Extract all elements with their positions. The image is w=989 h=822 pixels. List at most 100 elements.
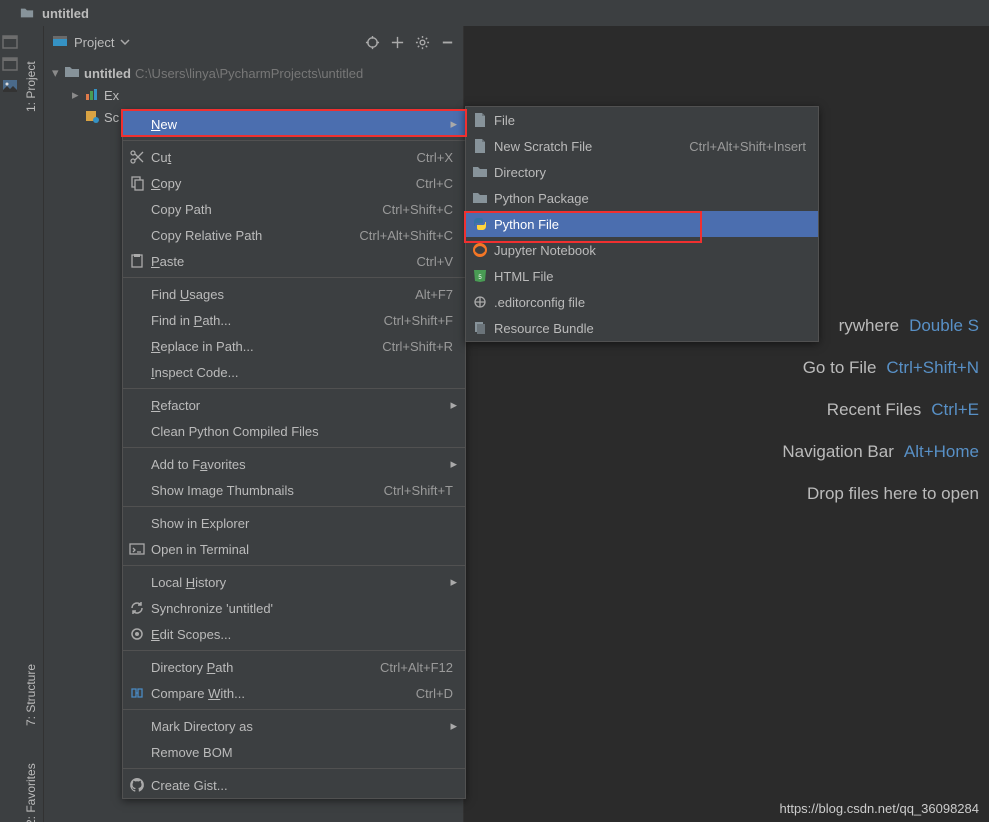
ctx-shortcut: Ctrl+Shift+F [354, 313, 453, 328]
ctx-item-add-to-favorites[interactable]: Add to Favorites▸ [123, 451, 465, 477]
tab-structure[interactable]: 7: Structure [24, 664, 38, 726]
ctx-item-label: Refactor [151, 398, 200, 413]
ctx-item-label: Compare With... [151, 686, 245, 701]
submenu-arrow-icon: ▸ [450, 574, 457, 590]
ctx-item-copy-path[interactable]: Copy Path Ctrl+Shift+C [123, 196, 465, 222]
ctx-item-find-in-path-[interactable]: Find in Path...Ctrl+Shift+F [123, 307, 465, 333]
submenu-arrow-icon: ▸ [450, 456, 457, 472]
ctx-item-mark-directory-as[interactable]: Mark Directory as ▸ [123, 713, 465, 739]
folder-icon [472, 190, 488, 206]
python-icon [472, 216, 488, 232]
scissors-icon [129, 149, 145, 165]
ctx-item-synchronize-untitled-[interactable]: Synchronize 'untitled' [123, 595, 465, 621]
context-menu-main: New ▸ CutCtrl+XCopyCtrl+C Copy Path Ctrl+Shi… [122, 110, 466, 799]
hint-row: Go to File Ctrl+Shift+N [782, 358, 979, 378]
titlebar: untitled [0, 0, 989, 26]
html-icon: 5 [472, 268, 488, 284]
ctx-item-inspect-code-[interactable]: Inspect Code... [123, 359, 465, 385]
ctx-item-copy[interactable]: CopyCtrl+C [123, 170, 465, 196]
ctx-item-new-scratch-file[interactable]: New Scratch FileCtrl+Alt+Shift+Insert [466, 133, 818, 159]
ctx-shortcut: Ctrl+C [386, 176, 453, 191]
ctx-item-python-file[interactable]: Python File [466, 211, 818, 237]
tree-root[interactable]: ▾ untitled C:\Users\linya\PycharmProject… [52, 62, 455, 84]
window-title: untitled [42, 6, 89, 21]
ctx-item-show-in-explorer[interactable]: Show in Explorer [123, 510, 465, 536]
hide-icon[interactable] [440, 35, 455, 50]
ctx-item-show-image-thumbnails[interactable]: Show Image ThumbnailsCtrl+Shift+T [123, 477, 465, 503]
folder-icon [64, 64, 80, 83]
ctx-shortcut: Ctrl+Shift+T [354, 483, 453, 498]
locate-icon[interactable] [365, 35, 380, 50]
config-icon [472, 294, 488, 310]
ctx-item-create-gist-[interactable]: Create Gist... [123, 772, 465, 798]
ctx-shortcut: Ctrl+D [386, 686, 453, 701]
sync-icon [129, 600, 145, 616]
chevron-down-icon[interactable] [120, 37, 130, 47]
ctx-shortcut: Ctrl+Shift+C [352, 202, 453, 217]
ctx-item-label: Mark Directory as [151, 719, 253, 734]
watermark-text: https://blog.csdn.net/qq_36098284 [780, 801, 980, 816]
ctx-item-local-history[interactable]: Local History ▸ [123, 569, 465, 595]
ctx-item-label: Synchronize 'untitled' [151, 601, 273, 616]
ctx-item-directory-path[interactable]: Directory PathCtrl+Alt+F12 [123, 654, 465, 680]
submenu-arrow-icon: ▸ [450, 397, 457, 413]
ctx-item-cut[interactable]: CutCtrl+X [123, 144, 465, 170]
tab-favorites[interactable]: 2: Favorites [24, 763, 38, 822]
ctx-item-new[interactable]: New ▸ [123, 111, 465, 137]
hint-label: Go to File [803, 358, 877, 378]
ctx-item-compare-with-[interactable]: Compare With... Ctrl+D [123, 680, 465, 706]
ctx-shortcut: Alt+F7 [385, 287, 453, 302]
hint-label: rywhere [839, 316, 899, 336]
tab-project[interactable]: 1: Project [24, 61, 38, 112]
ctx-item-label: Create Gist... [151, 778, 228, 793]
ctx-shortcut: Ctrl+Shift+R [352, 339, 453, 354]
ctx-item-label: Python Package [494, 191, 589, 206]
github-icon [129, 777, 145, 793]
ctx-item-label: Paste [151, 254, 184, 269]
gear-icon[interactable] [415, 35, 430, 50]
lib-icon [84, 86, 100, 105]
ctx-item-label: New Scratch File [494, 139, 592, 154]
ctx-item-jupyter-notebook[interactable]: Jupyter Notebook [466, 237, 818, 263]
bundle-icon [472, 320, 488, 336]
paste-icon [129, 253, 145, 269]
ctx-item-file[interactable]: File [466, 107, 818, 133]
hint-shortcut: Ctrl+E [931, 400, 979, 420]
scratch-icon [84, 108, 100, 127]
hint-row: Recent Files Ctrl+E [782, 400, 979, 420]
context-menu-new: FileNew Scratch FileCtrl+Alt+Shift+Inser… [465, 106, 819, 342]
ctx-item-label: New [151, 117, 177, 132]
ctx-item-open-in-terminal[interactable]: Open in Terminal [123, 536, 465, 562]
ctx-item-python-package[interactable]: Python Package [466, 185, 818, 211]
ctx-item-label: Clean Python Compiled Files [151, 424, 319, 439]
ctx-item-copy-relative-path[interactable]: Copy Relative PathCtrl+Alt+Shift+C [123, 222, 465, 248]
expand-icon[interactable]: ▾ [52, 65, 64, 81]
ctx-item-replace-in-path-[interactable]: Replace in Path...Ctrl+Shift+R [123, 333, 465, 359]
ctx-item-remove-bom[interactable]: Remove BOM [123, 739, 465, 765]
tool-window-tabs: 1: Project 7: Structure 2: Favorites [20, 26, 44, 822]
hint-label: Drop files here to open [807, 484, 979, 504]
project-pane-title[interactable]: Project [74, 35, 114, 50]
ctx-item-label: Local History [151, 575, 226, 590]
ctx-item-label: Open in Terminal [151, 542, 249, 557]
ctx-item-paste[interactable]: PasteCtrl+V [123, 248, 465, 274]
collapse-icon[interactable] [390, 35, 405, 50]
ctx-shortcut: Ctrl+X [387, 150, 453, 165]
root-name: untitled [84, 66, 131, 81]
submenu-arrow-icon: ▸ [450, 718, 457, 734]
ctx-item-label: Edit Scopes... [151, 627, 231, 642]
ctx-item-html-file[interactable]: 5HTML File [466, 263, 818, 289]
ctx-item-directory[interactable]: Directory [466, 159, 818, 185]
ctx-item-clean-python-compiled-files[interactable]: Clean Python Compiled Files [123, 418, 465, 444]
circle-icon [129, 626, 145, 642]
jupyter-icon [472, 242, 488, 258]
expand-icon[interactable]: ▸ [72, 87, 84, 103]
ctx-item-find-usages[interactable]: Find UsagesAlt+F7 [123, 281, 465, 307]
ctx-item-label: Copy Path [151, 202, 212, 217]
ctx-item--editorconfig-file[interactable]: .editorconfig file [466, 289, 818, 315]
ctx-item-refactor[interactable]: Refactor ▸ [123, 392, 465, 418]
tree-item[interactable]: ▸ Ex [52, 84, 455, 106]
submenu-arrow-icon: ▸ [450, 116, 457, 132]
ctx-item-resource-bundle[interactable]: Resource Bundle [466, 315, 818, 341]
ctx-item-edit-scopes-[interactable]: Edit Scopes... [123, 621, 465, 647]
